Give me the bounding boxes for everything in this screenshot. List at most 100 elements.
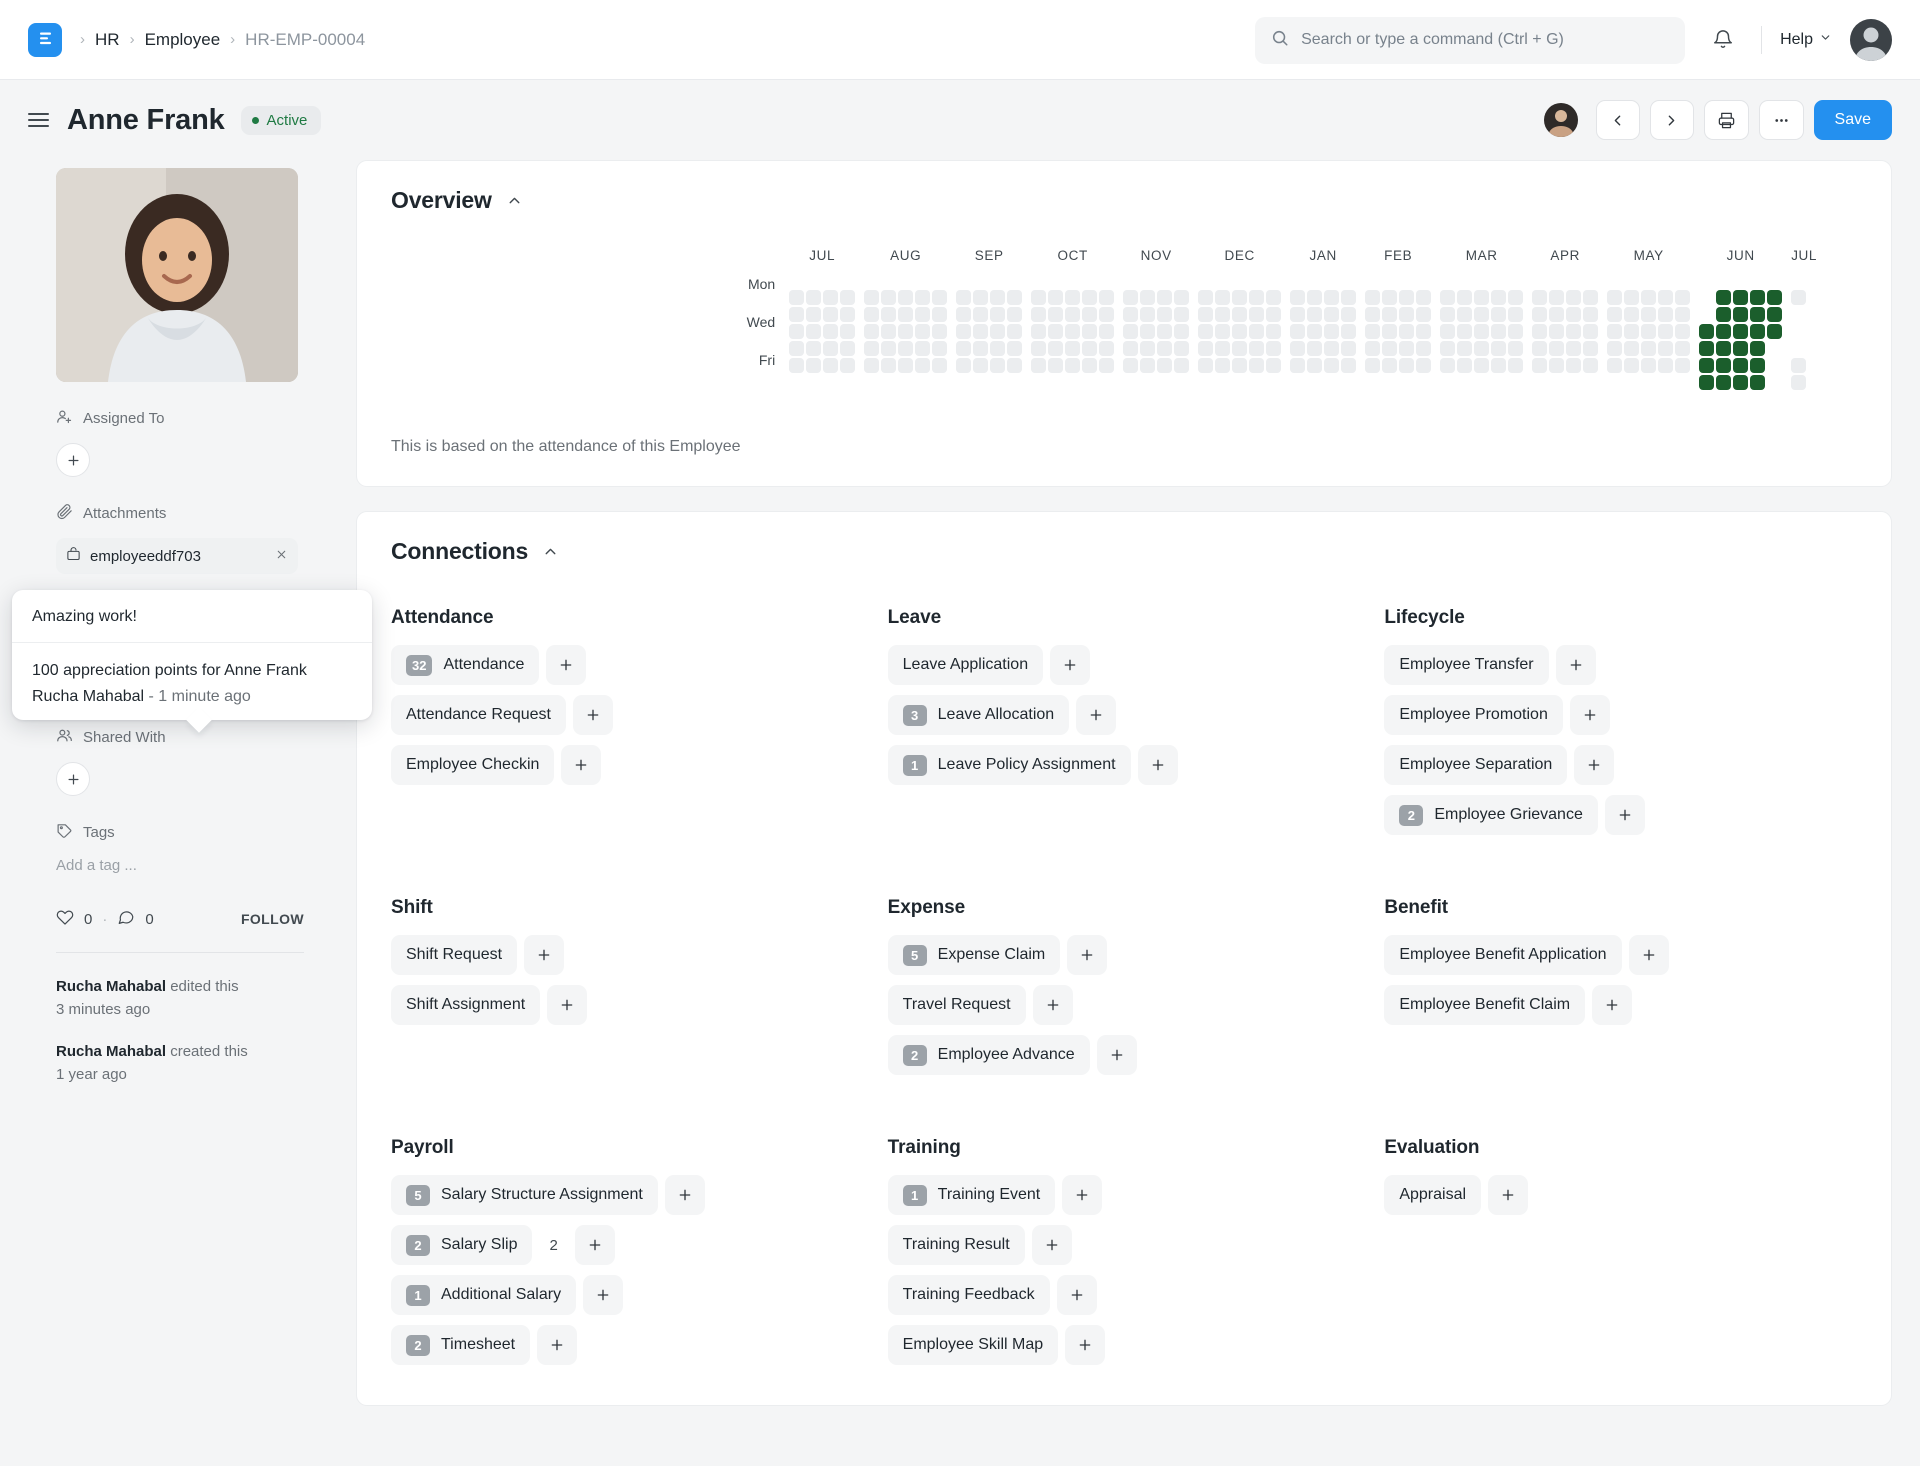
heatmap-cell[interactable]: [898, 341, 913, 356]
add-connection-button[interactable]: [1062, 1175, 1102, 1215]
heatmap-cell[interactable]: [1290, 358, 1305, 373]
heatmap-cell[interactable]: [1065, 324, 1080, 339]
connection-link[interactable]: 3Leave Allocation: [888, 695, 1070, 735]
connection-link[interactable]: 2Salary Slip: [391, 1225, 532, 1265]
heatmap-cell[interactable]: [1065, 375, 1080, 390]
heatmap-cell[interactable]: [932, 273, 947, 288]
heatmap-cell[interactable]: [1491, 341, 1506, 356]
heatmap-cell[interactable]: [1607, 341, 1622, 356]
add-tag-input[interactable]: Add a tag ...: [56, 857, 304, 874]
heatmap-cell[interactable]: [1699, 307, 1714, 322]
heatmap-cell[interactable]: [1198, 273, 1213, 288]
heatmap-cell[interactable]: [1566, 290, 1581, 305]
connection-link[interactable]: 1Leave Policy Assignment: [888, 745, 1131, 785]
heatmap-cell[interactable]: [915, 307, 930, 322]
heatmap-cell[interactable]: [864, 341, 879, 356]
heatmap-cell[interactable]: [1750, 307, 1765, 322]
heatmap-cell[interactable]: [1716, 341, 1731, 356]
heatmap-cell[interactable]: [1232, 290, 1247, 305]
heatmap-cell[interactable]: [1440, 324, 1455, 339]
heatmap-cell[interactable]: [1140, 290, 1155, 305]
heatmap-cell[interactable]: [1675, 358, 1690, 373]
heatmap-cell[interactable]: [1065, 290, 1080, 305]
notification-bell-icon[interactable]: [1703, 20, 1743, 60]
heatmap-cell[interactable]: [1624, 307, 1639, 322]
heatmap-cell[interactable]: [1324, 307, 1339, 322]
heatmap-cell[interactable]: [1365, 375, 1380, 390]
add-connection-button[interactable]: [561, 745, 601, 785]
heatmap-cell[interactable]: [1699, 375, 1714, 390]
connection-link[interactable]: 2Employee Grievance: [1384, 795, 1598, 835]
heatmap-cell[interactable]: [1341, 290, 1356, 305]
heatmap-cell[interactable]: [1566, 273, 1581, 288]
add-connection-button[interactable]: [524, 935, 564, 975]
heatmap-cell[interactable]: [898, 290, 913, 305]
heatmap-cell[interactable]: [1440, 307, 1455, 322]
heatmap-cell[interactable]: [1341, 375, 1356, 390]
prev-record-button[interactable]: [1596, 100, 1640, 140]
heatmap-cell[interactable]: [1031, 290, 1046, 305]
heatmap-cell[interactable]: [1566, 307, 1581, 322]
heatmap-cell[interactable]: [1791, 375, 1806, 390]
heatmap-cell[interactable]: [1457, 358, 1472, 373]
heatmap-cell[interactable]: [1341, 273, 1356, 288]
heatmap-cell[interactable]: [1607, 375, 1622, 390]
heatmap-cell[interactable]: [1140, 273, 1155, 288]
heatmap-cell[interactable]: [1157, 324, 1172, 339]
heatmap-cell[interactable]: [1082, 273, 1097, 288]
assigned-avatar[interactable]: [1544, 103, 1578, 137]
add-connection-button[interactable]: [1488, 1175, 1528, 1215]
heatmap-cell[interactable]: [1457, 324, 1472, 339]
heatmap-cell[interactable]: [881, 307, 896, 322]
heatmap-cell[interactable]: [1767, 341, 1782, 356]
close-icon[interactable]: [275, 548, 288, 565]
add-connection-button[interactable]: [547, 985, 587, 1025]
heatmap-cell[interactable]: [1457, 375, 1472, 390]
heatmap-cell[interactable]: [956, 375, 971, 390]
heatmap-cell[interactable]: [1382, 290, 1397, 305]
heatmap-cell[interactable]: [840, 358, 855, 373]
add-connection-button[interactable]: [1076, 695, 1116, 735]
heatmap-cell[interactable]: [1641, 273, 1656, 288]
heatmap-cell[interactable]: [789, 273, 804, 288]
heatmap-cell[interactable]: [898, 358, 913, 373]
connection-link[interactable]: 5Expense Claim: [888, 935, 1061, 975]
heatmap-cell[interactable]: [789, 307, 804, 322]
heatmap-cell[interactable]: [1457, 273, 1472, 288]
heatmap-cell[interactable]: [1624, 324, 1639, 339]
heatmap-cell[interactable]: [1198, 324, 1213, 339]
heatmap-cell[interactable]: [1123, 375, 1138, 390]
heatmap-cell[interactable]: [1491, 358, 1506, 373]
heatmap-cell[interactable]: [1099, 273, 1114, 288]
heatmap-cell[interactable]: [1174, 290, 1189, 305]
heatmap-cell[interactable]: [1416, 375, 1431, 390]
connection-link[interactable]: 2Employee Advance: [888, 1035, 1090, 1075]
heatmap-cell[interactable]: [1198, 358, 1213, 373]
heatmap-cell[interactable]: [864, 290, 879, 305]
heatmap-cell[interactable]: [1290, 307, 1305, 322]
heatmap-cell[interactable]: [1474, 341, 1489, 356]
heatmap-cell[interactable]: [1491, 273, 1506, 288]
heatmap-cell[interactable]: [915, 375, 930, 390]
heatmap-cell[interactable]: [1198, 341, 1213, 356]
heatmap-cell[interactable]: [1082, 290, 1097, 305]
heatmap-cell[interactable]: [1440, 273, 1455, 288]
connection-link[interactable]: Employee Transfer: [1384, 645, 1548, 685]
heatmap-cell[interactable]: [1607, 290, 1622, 305]
heatmap-cell[interactable]: [956, 324, 971, 339]
heatmap-cell[interactable]: [1416, 290, 1431, 305]
heatmap-cell[interactable]: [1266, 324, 1281, 339]
heatmap-cell[interactable]: [1382, 307, 1397, 322]
heatmap-cell[interactable]: [1699, 358, 1714, 373]
heatmap-cell[interactable]: [1249, 324, 1264, 339]
heatmap-cell[interactable]: [1767, 273, 1782, 288]
connection-link[interactable]: Leave Application: [888, 645, 1043, 685]
more-options-button[interactable]: [1759, 100, 1804, 140]
heatmap-cell[interactable]: [932, 324, 947, 339]
heatmap-cell[interactable]: [1157, 341, 1172, 356]
heatmap-cell[interactable]: [1658, 358, 1673, 373]
heatmap-cell[interactable]: [1123, 307, 1138, 322]
heatmap-cell[interactable]: [973, 324, 988, 339]
add-connection-button[interactable]: [1629, 935, 1669, 975]
heatmap-cell[interactable]: [1082, 307, 1097, 322]
